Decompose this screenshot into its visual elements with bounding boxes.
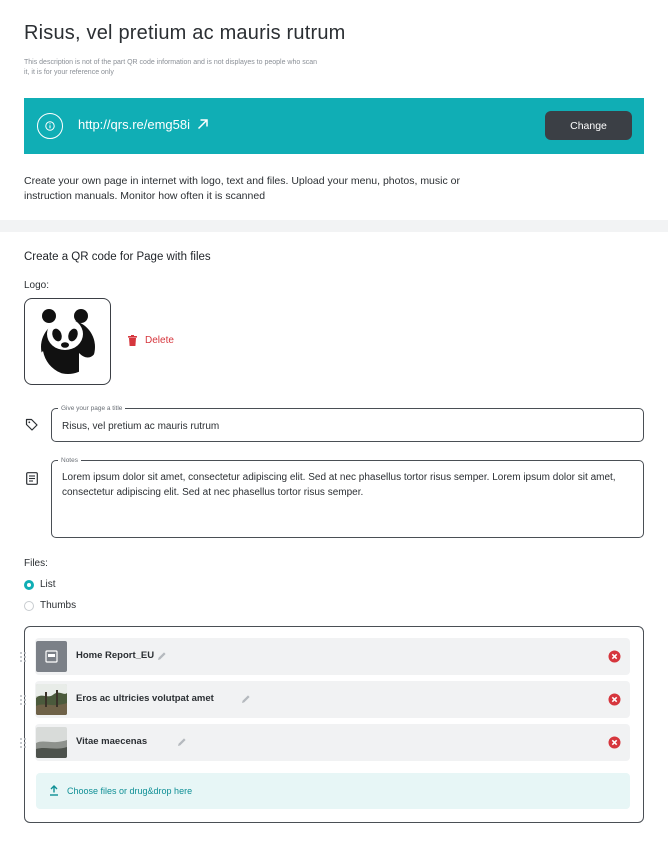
page-title-field[interactable]: Give your page a title Risus, vel pretiu… — [51, 404, 644, 442]
notes-field[interactable]: Notes Lorem ipsum dolor sit amet, consec… — [51, 456, 644, 538]
drag-handle-icon[interactable] — [19, 737, 27, 749]
edit-pencil-icon[interactable] — [157, 651, 167, 661]
notes-icon — [26, 472, 38, 485]
short-url-link[interactable]: http://qrs.re/emg58i — [78, 117, 190, 132]
delete-label: Delete — [145, 335, 174, 346]
file-name: Vitae maecenas — [76, 736, 148, 747]
view-option-label: Thumbs — [40, 600, 77, 611]
view-option-list[interactable]: List — [24, 579, 56, 590]
section-divider — [0, 220, 668, 232]
pdf-file-icon — [36, 641, 67, 672]
page-title-field-value: Risus, vel pretium ac mauris rutrum — [62, 421, 220, 432]
page-title-field-label: Give your page a title — [58, 404, 126, 413]
tag-icon — [25, 418, 38, 431]
notes-field-value: Lorem ipsum dolor sit amet, consectetur … — [62, 472, 616, 498]
upload-dropzone[interactable]: Choose files or drug&drop here — [36, 773, 630, 809]
view-option-label: List — [40, 579, 56, 590]
radio-selected-icon — [24, 579, 34, 590]
view-option-thumbs[interactable]: Thumbs — [24, 600, 76, 611]
files-label: Files: — [24, 558, 48, 569]
remove-file-icon[interactable] — [608, 650, 621, 663]
radio-unselected-icon — [24, 600, 34, 611]
intro-text: Create your own page in internet with lo… — [24, 175, 460, 202]
info-icon[interactable] — [37, 113, 63, 139]
drag-handle-icon[interactable] — [19, 694, 27, 706]
upload-icon — [50, 785, 58, 796]
edit-pencil-icon[interactable] — [177, 737, 187, 747]
forest-photo — [36, 684, 67, 715]
file-name: Home Report_EU — [76, 650, 155, 661]
change-button[interactable]: Change — [545, 111, 632, 140]
upload-label: Choose files or drug&drop here — [67, 786, 193, 796]
trash-icon — [128, 335, 137, 346]
edit-pencil-icon[interactable] — [241, 694, 251, 704]
section-title: Create a QR code for Page with files — [24, 251, 211, 263]
short-url-bar: http://qrs.re/emg58i Change — [24, 98, 644, 154]
external-link-icon[interactable] — [197, 118, 209, 130]
remove-file-icon[interactable] — [608, 693, 621, 706]
file-row: Home Report_EU — [20, 638, 630, 675]
page-title: Risus, vel pretium ac mauris rutrum — [24, 22, 346, 44]
delete-logo-button[interactable]: Delete — [128, 335, 174, 346]
file-row: Vitae maecenas — [20, 724, 630, 761]
drag-handle-icon[interactable] — [19, 651, 27, 663]
misty-landscape-photo — [36, 727, 67, 758]
file-name: Eros ac ultricies volutpat amet — [76, 693, 214, 704]
logo-label: Logo: — [24, 280, 50, 291]
panda-logo — [41, 309, 95, 374]
file-row: Eros ac ultricies volutpat amet — [20, 681, 630, 718]
remove-file-icon[interactable] — [608, 736, 621, 749]
notes-field-label: Notes — [58, 456, 81, 465]
page-description: This description is not of the part QR c… — [24, 59, 317, 76]
logo-upload-box[interactable] — [24, 298, 111, 385]
